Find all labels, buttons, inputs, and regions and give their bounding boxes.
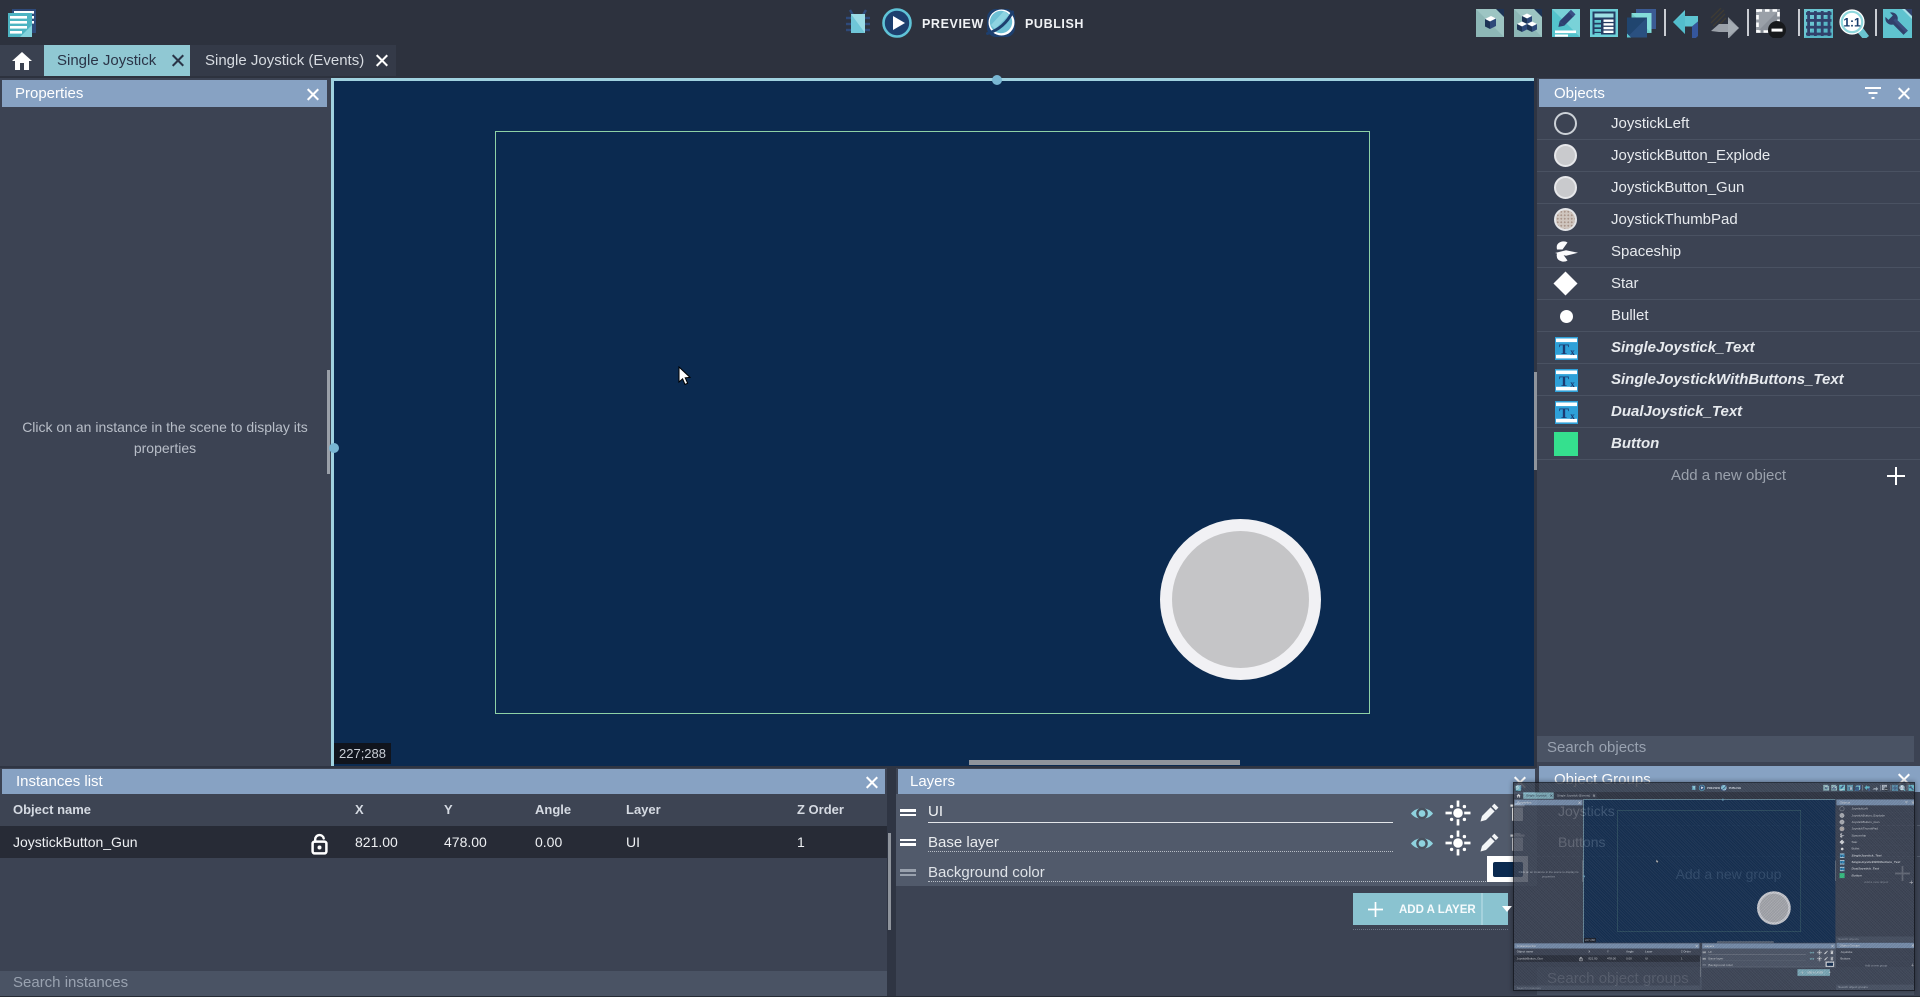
svg-text:x: x <box>1570 347 1575 357</box>
svg-text:1:1: 1:1 <box>1843 16 1861 30</box>
svg-text:x: x <box>1570 411 1575 421</box>
svg-text:T: T <box>1559 374 1569 390</box>
svg-text:T: T <box>1559 406 1569 422</box>
svg-text:T: T <box>1559 342 1569 358</box>
svg-text:x: x <box>1570 379 1575 389</box>
